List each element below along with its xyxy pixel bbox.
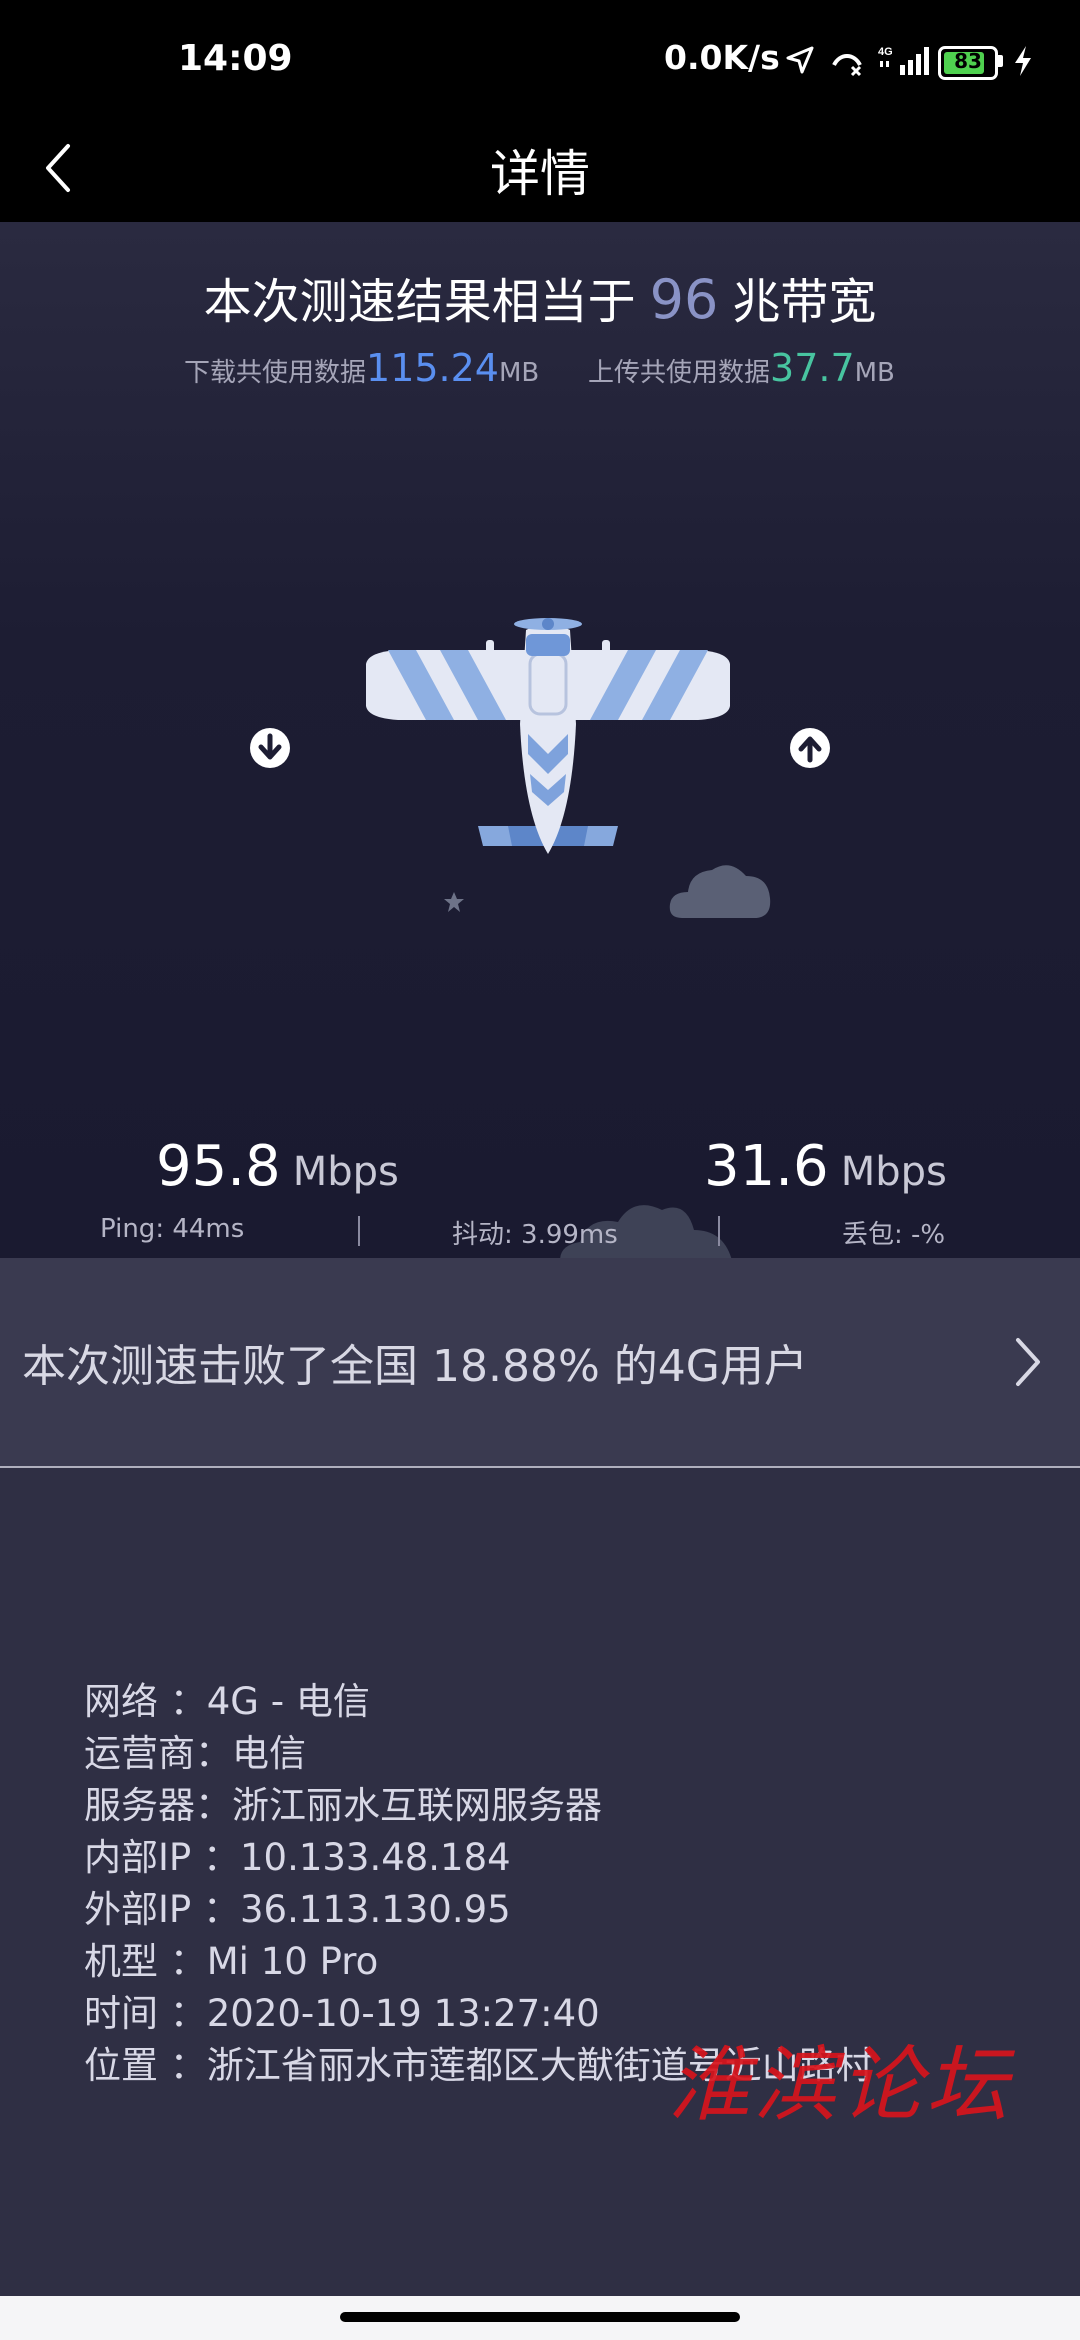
upload-arrow-icon: [788, 726, 832, 770]
chevron-right-icon: [1012, 1334, 1042, 1394]
airplane-illustration: [358, 614, 738, 868]
info-network: 网络 ：4G - 电信: [84, 1680, 370, 1723]
info-carrier: 运营商：电信: [84, 1732, 306, 1775]
charging-bolt-icon: [1012, 44, 1034, 82]
info-internal-ip: 内部IP ：10.133.48.184: [84, 1836, 511, 1879]
status-time: 14:09: [178, 38, 293, 79]
upload-usage: 上传共使用数据37.7MB: [588, 346, 895, 390]
upload-speed-value: 31.6: [704, 1134, 829, 1199]
upload-usage-value: 37.7: [770, 346, 855, 390]
speedtest-result-panel: 本次测速结果相当于 96 兆带宽 下载共使用数据115.24MB 上传共使用数据37…: [0, 222, 1080, 1258]
download-usage-unit: MB: [498, 358, 540, 388]
battery-icon: 83: [938, 46, 998, 80]
page-title: 详情: [490, 145, 590, 203]
info-external-ip: 外部IP ：36.113.130.95: [84, 1888, 511, 1931]
home-indicator[interactable]: [340, 2312, 740, 2322]
result-headline: 本次测速结果相当于 96 兆带宽: [0, 262, 1080, 332]
section-divider: [0, 1466, 1080, 1468]
download-speed-value: 95.8: [156, 1134, 281, 1199]
app-header: 详情: [0, 110, 1080, 222]
battery-percent: 83: [954, 49, 982, 73]
upload-usage-unit: MB: [854, 358, 895, 388]
stat-divider: [358, 1216, 360, 1246]
battery-tip: [998, 55, 1003, 67]
star-decoration: [442, 890, 466, 918]
jitter-stat: 抖动: 3.99ms: [452, 1220, 618, 1250]
signal-icon: 4G: [878, 43, 938, 81]
stat-divider: [718, 1216, 720, 1246]
location-arrow-icon: [784, 44, 816, 80]
download-usage: 下载共使用数据115.24MB: [184, 346, 539, 390]
bandwidth-value: 96: [649, 268, 719, 331]
ping-stat: Ping: 44ms: [100, 1214, 245, 1244]
download-speed: 95.8 Mbps: [156, 1134, 399, 1199]
missed-call-icon: [830, 43, 864, 81]
svg-text:4G: 4G: [878, 46, 893, 58]
upload-speed: 31.6 Mbps: [704, 1134, 947, 1199]
status-net-speed: 0.0K/s: [664, 38, 780, 77]
upload-usage-label: 上传共使用数据: [588, 358, 771, 388]
download-usage-label: 下载共使用数据: [184, 358, 367, 388]
rank-row[interactable]: 本次测速击败了全国 18.88% 的4G用户: [0, 1258, 1080, 1466]
info-model: 机型 ：Mi 10 Pro: [84, 1940, 379, 1983]
download-arrow-icon: [248, 726, 292, 770]
cloud-decoration: [668, 858, 772, 928]
download-usage-value: 115.24: [366, 346, 499, 390]
info-server: 服务器：浙江丽水互联网服务器: [84, 1784, 602, 1827]
headline-suffix: 兆带宽: [732, 274, 877, 330]
status-icons: 4G: [784, 40, 938, 84]
status-bar: 14:09 0.0K/s 4G 83: [0, 0, 1080, 110]
headline-prefix: 本次测速结果相当于: [203, 274, 636, 330]
rank-text: 本次测速击败了全国 18.88% 的4G用户: [22, 1341, 808, 1392]
forum-watermark: 淮滨论坛: [668, 2038, 1012, 2133]
download-speed-unit: Mbps: [292, 1149, 399, 1195]
upload-speed-unit: Mbps: [840, 1149, 947, 1195]
packet-loss-stat: 丢包: -%: [842, 1220, 946, 1250]
